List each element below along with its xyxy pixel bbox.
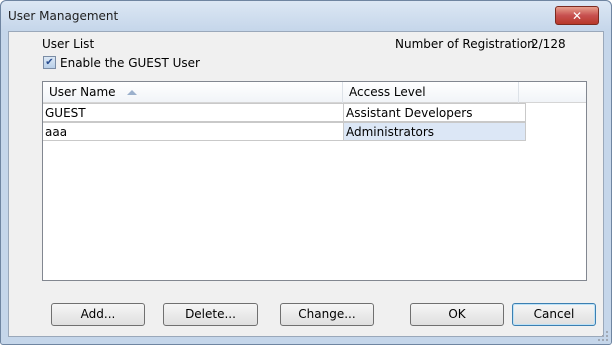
- window-title: User Management: [8, 9, 119, 23]
- column-header-access-level[interactable]: Access Level: [343, 82, 519, 103]
- sort-ascending-icon: [127, 90, 137, 95]
- enable-guest-checkbox[interactable]: ✔: [43, 56, 56, 69]
- user-list-label: User List: [42, 37, 95, 51]
- table-row[interactable]: GUEST Assistant Developers: [43, 103, 526, 122]
- table-row[interactable]: aaa Administrators: [43, 122, 526, 141]
- resize-grip-icon[interactable]: [598, 331, 608, 341]
- ok-button[interactable]: OK: [410, 303, 504, 326]
- title-bar[interactable]: User Management ✕: [1, 1, 611, 31]
- close-button[interactable]: ✕: [555, 6, 599, 25]
- cancel-button[interactable]: Cancel: [512, 303, 596, 326]
- delete-button[interactable]: Delete...: [163, 303, 258, 326]
- user-name-cell: aaa: [43, 122, 344, 141]
- close-icon: ✕: [571, 8, 583, 23]
- checkmark-icon: ✔: [45, 56, 54, 68]
- user-management-window: User Management ✕ User List Number of Re…: [0, 0, 612, 345]
- column-header-filler: [519, 82, 586, 103]
- column-header-label: User Name: [49, 85, 116, 99]
- user-list-table[interactable]: User Name Access Level GUEST Assistant D…: [42, 81, 587, 281]
- column-header-user-name[interactable]: User Name: [43, 82, 343, 103]
- registration-label: Number of Registration: [395, 37, 535, 51]
- enable-guest-label[interactable]: Enable the GUEST User: [60, 56, 200, 70]
- table-header: User Name Access Level: [43, 82, 586, 103]
- access-level-cell: Assistant Developers: [344, 103, 526, 122]
- column-header-label: Access Level: [349, 85, 426, 99]
- add-button[interactable]: Add...: [51, 303, 145, 326]
- user-name-cell: GUEST: [43, 103, 344, 122]
- access-level-cell: Administrators: [344, 122, 526, 141]
- change-button[interactable]: Change...: [280, 303, 374, 326]
- registration-count: 2/128: [531, 37, 566, 51]
